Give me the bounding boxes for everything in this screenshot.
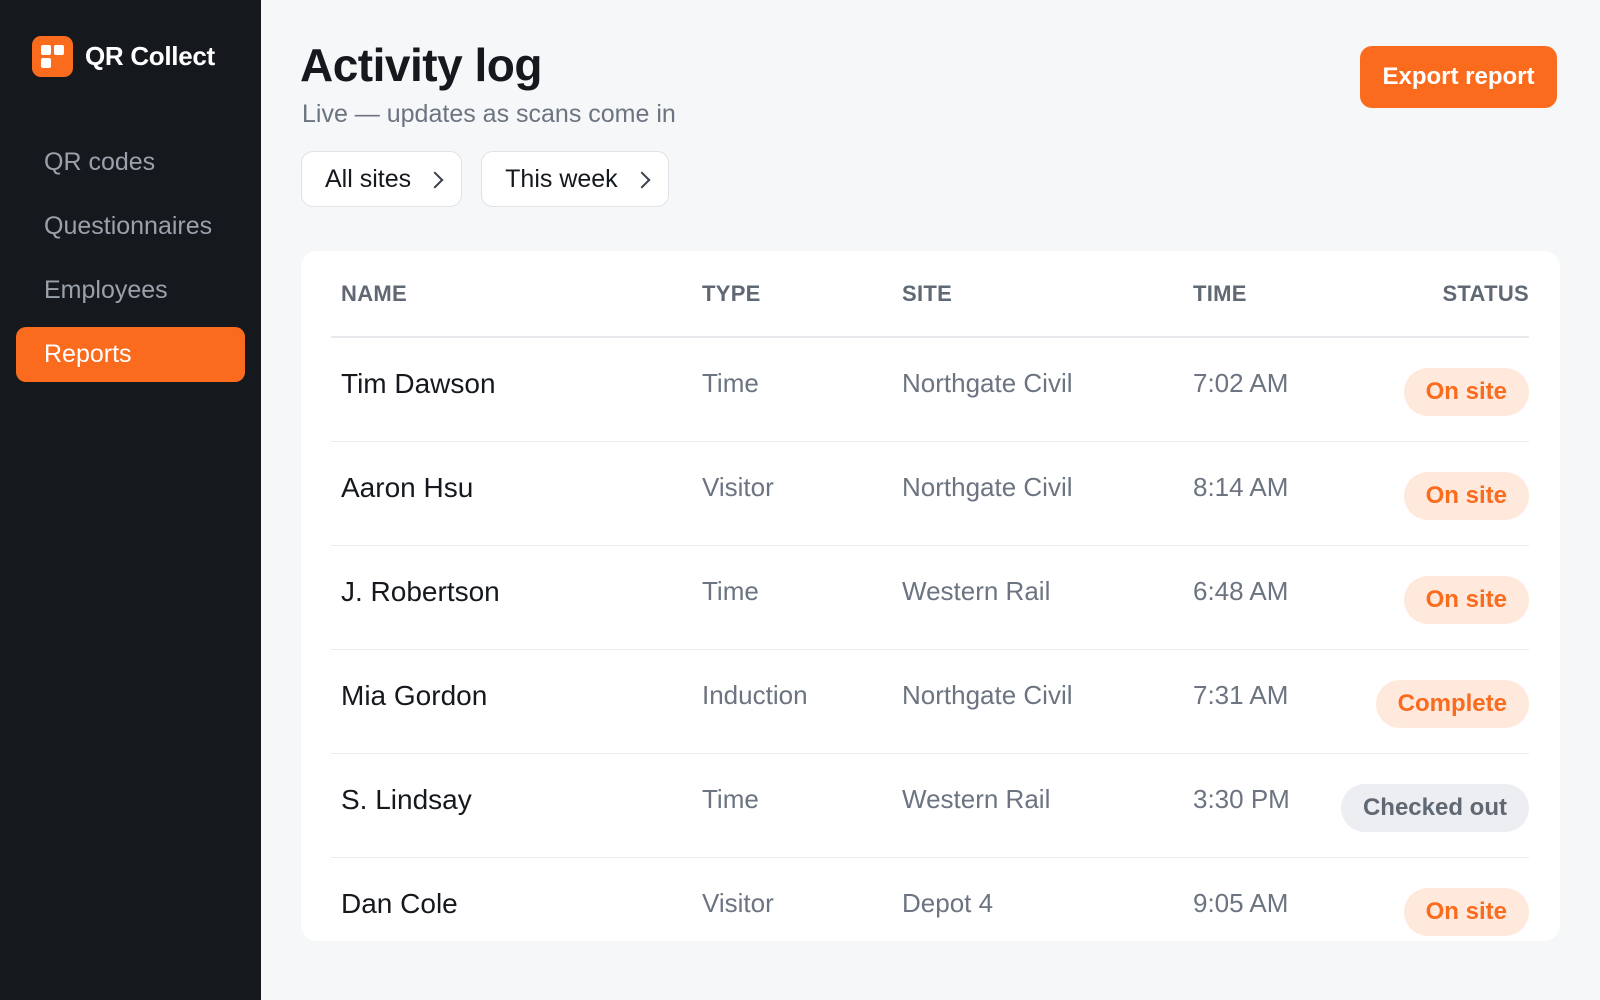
cell-name: Dan Cole xyxy=(341,888,458,919)
column-header-time[interactable]: TIME xyxy=(1193,281,1247,307)
activity-table: NAME TYPE SITE TIME STATUS Tim Dawson Ti… xyxy=(301,251,1560,941)
sidebar-item-reports[interactable]: Reports xyxy=(16,327,245,382)
brand[interactable]: QR Collect xyxy=(32,36,215,77)
sidebar-item-questionnaires[interactable]: Questionnaires xyxy=(16,199,245,254)
cell-site: Northgate Civil xyxy=(902,368,1073,398)
filter-bar: All sites This week xyxy=(301,151,669,207)
site-filter-label: All sites xyxy=(325,164,412,193)
status-badge: On site xyxy=(1403,888,1529,936)
status-badge: On site xyxy=(1403,368,1529,416)
cell-name: Aaron Hsu xyxy=(341,472,474,503)
period-filter[interactable]: This week xyxy=(481,151,669,207)
status-badge: Complete xyxy=(1375,680,1529,728)
page-title: Activity log xyxy=(300,39,542,91)
chevron-right-icon xyxy=(633,171,651,188)
cell-type: Visitor xyxy=(702,888,774,918)
table-body: Tim Dawson Time Northgate Civil 7:02 AM … xyxy=(331,338,1529,941)
cell-name: S. Lindsay xyxy=(341,784,472,815)
page-subtitle: Live — updates as scans come in xyxy=(302,100,676,128)
cell-site: Western Rail xyxy=(902,784,1051,814)
table-row[interactable]: Mia Gordon Induction Northgate Civil 7:3… xyxy=(331,650,1529,754)
cell-site: Depot 4 xyxy=(902,888,994,918)
cell-time: 7:02 AM xyxy=(1193,368,1289,398)
cell-time: 6:48 AM xyxy=(1193,576,1289,606)
table-row[interactable]: J. Robertson Time Western Rail 6:48 AM O… xyxy=(331,546,1529,650)
column-header-type[interactable]: TYPE xyxy=(702,281,761,307)
table-row[interactable]: S. Lindsay Time Western Rail 3:30 PM Che… xyxy=(331,754,1529,858)
cell-time: 9:05 AM xyxy=(1193,888,1289,918)
chevron-right-icon xyxy=(426,171,444,188)
cell-site: Northgate Civil xyxy=(902,680,1073,710)
table-row[interactable]: Tim Dawson Time Northgate Civil 7:02 AM … xyxy=(331,338,1529,442)
cell-time: 3:30 PM xyxy=(1193,784,1290,814)
app-name: QR Collect xyxy=(85,41,215,71)
sidebar-item-qr-codes[interactable]: QR codes xyxy=(16,135,245,190)
cell-site: Northgate Civil xyxy=(902,472,1073,502)
qr-grid-icon xyxy=(32,36,73,77)
status-badge: On site xyxy=(1403,472,1529,520)
cell-type: Time xyxy=(702,576,759,606)
table-row[interactable]: Dan Cole Visitor Depot 4 9:05 AM On site xyxy=(331,858,1529,941)
sidebar-item-employees[interactable]: Employees xyxy=(16,263,245,318)
cell-type: Time xyxy=(702,368,759,398)
table-header: NAME TYPE SITE TIME STATUS xyxy=(331,251,1529,338)
cell-time: 8:14 AM xyxy=(1193,472,1289,502)
sidebar-nav: QR codes Questionnaires Employees Report… xyxy=(16,135,245,391)
sidebar: QR Collect QR codes Questionnaires Emplo… xyxy=(0,0,261,1000)
site-filter[interactable]: All sites xyxy=(301,151,463,207)
cell-name: J. Robertson xyxy=(341,576,500,607)
export-report-button[interactable]: Export report xyxy=(1360,46,1557,108)
cell-name: Mia Gordon xyxy=(341,680,488,711)
table-row[interactable]: Aaron Hsu Visitor Northgate Civil 8:14 A… xyxy=(331,442,1529,546)
column-header-site[interactable]: SITE xyxy=(902,281,952,307)
period-filter-label: This week xyxy=(505,164,618,193)
cell-time: 7:31 AM xyxy=(1193,680,1289,710)
cell-name: Tim Dawson xyxy=(341,368,496,399)
column-header-name[interactable]: NAME xyxy=(341,281,407,307)
column-header-status[interactable]: STATUS xyxy=(1442,281,1529,307)
cell-type: Induction xyxy=(702,680,808,710)
status-badge: Checked out xyxy=(1340,784,1529,832)
cell-type: Visitor xyxy=(702,472,774,502)
status-badge: On site xyxy=(1403,576,1529,624)
cell-site: Western Rail xyxy=(902,576,1051,606)
cell-type: Time xyxy=(702,784,759,814)
